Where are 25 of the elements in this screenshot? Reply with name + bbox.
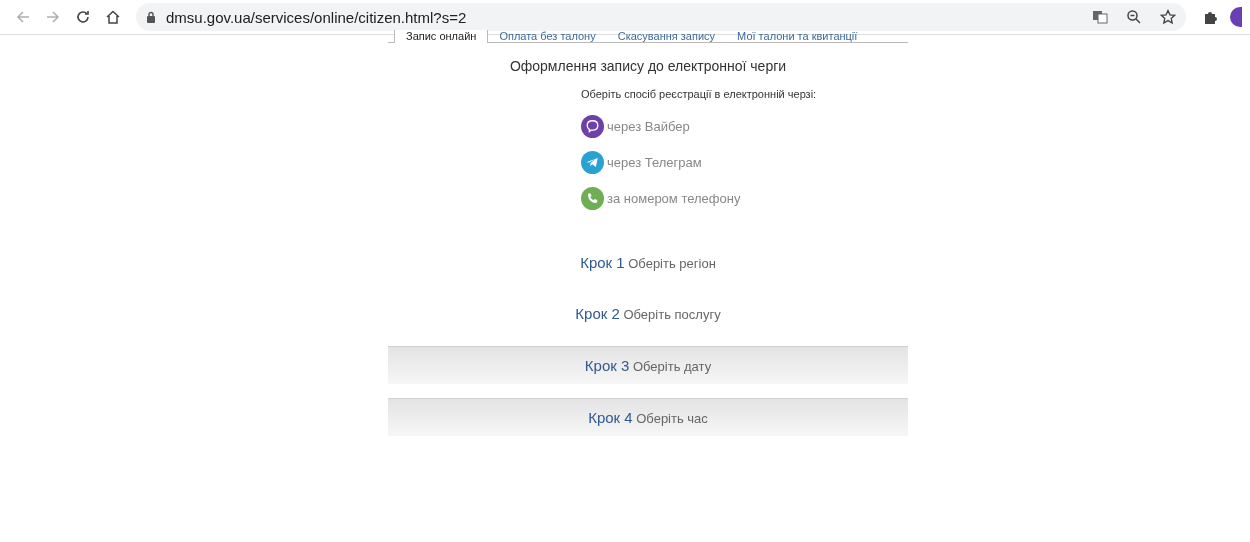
tab[interactable]: Мої талони та квитанції (726, 30, 869, 42)
tab[interactable]: Оплата без талону (488, 30, 607, 42)
step-panel[interactable]: Крок 3 Оберіть дату (388, 346, 908, 384)
zoom-out-icon[interactable] (1126, 9, 1142, 25)
step-header[interactable]: Крок 2 Оберіть послугу (388, 295, 908, 332)
step-panel[interactable]: Крок 4 Оберіть час (388, 398, 908, 436)
paper-plane-icon[interactable] (581, 150, 604, 174)
lock-icon (146, 11, 156, 23)
option-link[interactable]: через Телеграм (607, 154, 702, 170)
chat-bubble-icon[interactable] (581, 114, 604, 138)
form-heading: Оформлення запису до електронної черги (508, 58, 788, 74)
translate-icon[interactable] (1092, 9, 1108, 25)
step-header[interactable]: Крок 1 Оберіть регіон (388, 244, 908, 281)
option-link[interactable]: за номером телефону (607, 190, 741, 206)
address-bar[interactable]: dmsu.gov.ua/services/online/citizen.html?s=2 (136, 3, 1186, 31)
tab[interactable]: Скасування запису (606, 30, 727, 42)
option-link[interactable]: через Вайбер (607, 118, 690, 134)
star-icon[interactable] (1160, 9, 1176, 25)
reload-icon[interactable] (75, 9, 91, 25)
prompt-text: Оберіть спосіб реєстрації в електронній черзі: (581, 88, 818, 100)
tab[interactable]: Запис онлайн (394, 30, 489, 43)
home-icon[interactable] (105, 9, 121, 25)
phone-icon[interactable] (581, 186, 604, 210)
profile-avatar[interactable] (1230, 7, 1242, 27)
puzzle-icon[interactable] (1203, 9, 1219, 25)
